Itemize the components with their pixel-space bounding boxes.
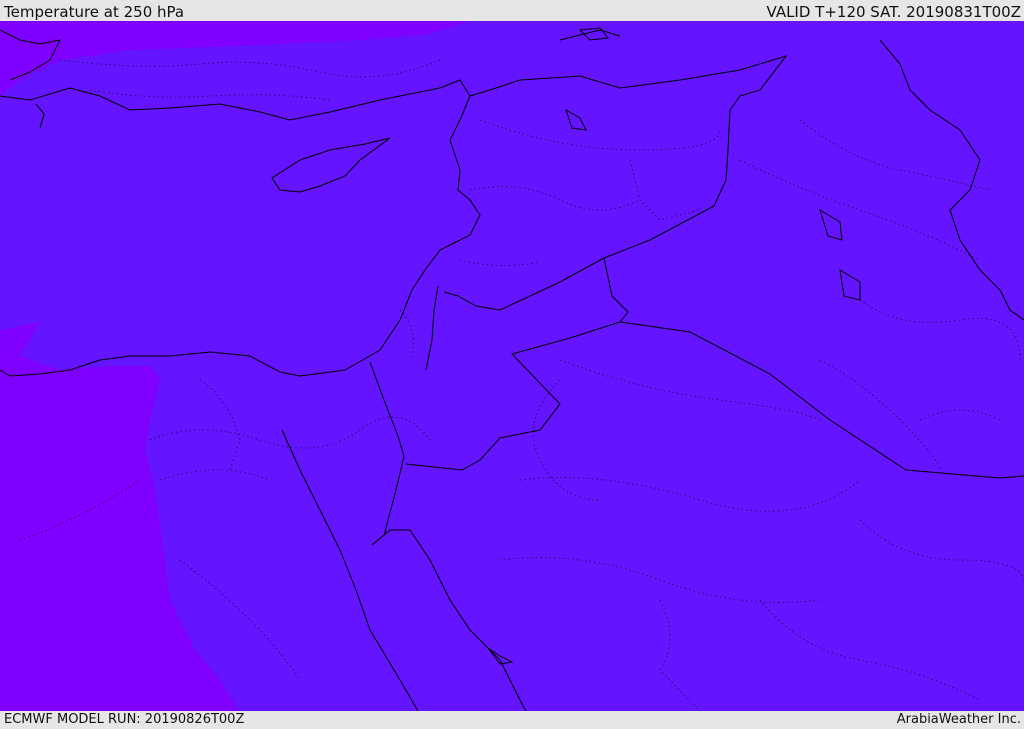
credit-label: ArabiaWeather Inc. xyxy=(896,712,1021,727)
footer-bar: ECMWF MODEL RUN: 20190826T00Z ArabiaWeat… xyxy=(0,711,1024,729)
model-run: ECMWF MODEL RUN: 20190826T00Z xyxy=(4,712,245,727)
temperature-map[interactable] xyxy=(0,21,1024,711)
header-bar: Temperature at 250 hPa VALID T+120 SAT. … xyxy=(0,0,1024,21)
